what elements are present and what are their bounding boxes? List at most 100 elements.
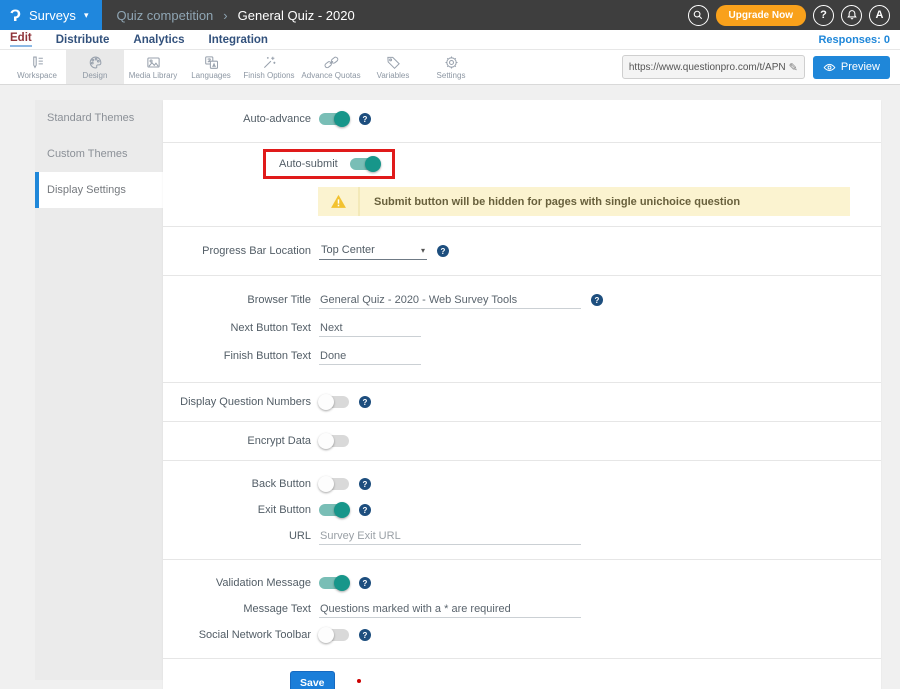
- tool-label: Languages: [191, 71, 231, 80]
- toggle-knob: [318, 394, 334, 410]
- save-section: Save: [163, 659, 881, 689]
- encrypt-data-row: Encrypt Data: [163, 435, 881, 447]
- auto-advance-toggle[interactable]: [319, 113, 349, 125]
- sidebar-item-display-settings[interactable]: Display Settings: [35, 172, 163, 208]
- social-network-toolbar-toggle[interactable]: [319, 629, 349, 641]
- sidebar-item-standard-themes[interactable]: Standard Themes: [35, 100, 163, 136]
- edit-url-pencil-icon[interactable]: ✎: [789, 61, 798, 74]
- tool-finish-options[interactable]: Finish Options: [240, 50, 298, 84]
- encrypt-data-toggle[interactable]: [319, 435, 349, 447]
- tab-analytics[interactable]: Analytics: [133, 34, 184, 46]
- tool-design[interactable]: Design: [66, 50, 124, 84]
- exit-button-toggle[interactable]: [319, 504, 349, 516]
- auto-submit-label: Auto-submit: [279, 158, 338, 170]
- breadcrumb-current: General Quiz - 2020: [238, 8, 355, 23]
- responses-count[interactable]: Responses: 0: [818, 34, 890, 46]
- help-icon[interactable]: ?: [359, 478, 371, 490]
- tool-settings[interactable]: Settings: [422, 50, 480, 84]
- avatar[interactable]: A: [869, 5, 890, 26]
- message-text-label: Message Text: [163, 603, 311, 615]
- chevron-down-icon: ▾: [84, 10, 89, 21]
- browser-title-input[interactable]: [319, 292, 581, 309]
- breadcrumb-parent[interactable]: Quiz competition: [116, 8, 213, 23]
- display-question-numbers-row: Display Question Numbers ?: [163, 396, 881, 408]
- auto-advance-label: Auto-advance: [163, 113, 311, 125]
- workspace-icon: [30, 55, 45, 70]
- help-icon[interactable]: ?: [437, 245, 449, 257]
- sidebar-item-label: Custom Themes: [47, 148, 128, 160]
- tag-icon: [386, 55, 401, 70]
- survey-url-input[interactable]: [629, 62, 785, 73]
- survey-url-box: ✎: [622, 55, 805, 79]
- themes-sidebar: Standard Themes Custom Themes Display Se…: [35, 100, 163, 680]
- top-bar: Ɂ Surveys ▾ Quiz competition › General Q…: [0, 0, 900, 30]
- tool-advance-quotas[interactable]: Advance Quotas: [298, 50, 364, 84]
- preview-button[interactable]: Preview: [813, 56, 890, 79]
- validation-message-label: Validation Message: [163, 577, 311, 589]
- annotation-dot: [357, 679, 361, 683]
- help-icon[interactable]: ?: [359, 504, 371, 516]
- edit-toolbar: Workspace Design Media Library Languages…: [0, 50, 900, 85]
- save-button[interactable]: Save: [290, 671, 335, 689]
- upgrade-now-button[interactable]: Upgrade Now: [716, 5, 806, 26]
- notifications-button[interactable]: [841, 5, 862, 26]
- sidebar-item-custom-themes[interactable]: Custom Themes: [35, 136, 163, 172]
- message-text-row: Message Text: [163, 596, 881, 622]
- display-question-numbers-toggle[interactable]: [319, 396, 349, 408]
- image-icon: [146, 55, 161, 70]
- warning-triangle-icon: [318, 187, 360, 216]
- brand-menu[interactable]: Ɂ Surveys ▾: [0, 0, 102, 30]
- search-button[interactable]: [688, 5, 709, 26]
- toggle-knob: [334, 111, 350, 127]
- display-question-numbers-label: Display Question Numbers: [163, 396, 311, 408]
- tab-integration[interactable]: Integration: [209, 34, 268, 46]
- annotation-highlight-box: Auto-submit: [263, 149, 395, 179]
- tool-languages[interactable]: Languages: [182, 50, 240, 84]
- help-icon[interactable]: ?: [359, 577, 371, 589]
- progress-bar-label: Progress Bar Location: [163, 245, 311, 257]
- warning-text: Submit button will be hidden for pages w…: [360, 187, 740, 216]
- validation-message-row: Validation Message ?: [163, 570, 881, 596]
- next-button-text-row: Next Button Text: [163, 314, 881, 342]
- finish-button-text-input[interactable]: [319, 348, 421, 365]
- tool-workspace[interactable]: Workspace: [8, 50, 66, 84]
- validation-message-toggle[interactable]: [319, 577, 349, 589]
- tool-label: Settings: [437, 71, 466, 80]
- exit-button-label: Exit Button: [163, 504, 311, 516]
- auto-submit-toggle[interactable]: [350, 158, 380, 170]
- progress-bar-select[interactable]: Top Center ▾: [319, 242, 427, 260]
- help-icon[interactable]: ?: [591, 294, 603, 306]
- tool-variables[interactable]: Variables: [364, 50, 422, 84]
- help-button[interactable]: ?: [813, 5, 834, 26]
- tab-edit[interactable]: Edit: [10, 32, 32, 47]
- social-network-toolbar-label: Social Network Toolbar: [163, 629, 311, 641]
- preview-label: Preview: [841, 61, 880, 73]
- search-icon: [692, 9, 704, 21]
- help-icon[interactable]: ?: [359, 396, 371, 408]
- gear-icon: [444, 55, 459, 70]
- back-button-row: Back Button ?: [163, 471, 881, 497]
- toggle-knob: [318, 433, 334, 449]
- product-name: Surveys: [29, 8, 76, 23]
- chain-link-icon: [324, 55, 339, 70]
- message-text-input[interactable]: [319, 601, 581, 618]
- main-nav: Edit Distribute Analytics Integration Re…: [0, 30, 900, 50]
- display-settings-panel: Auto-advance ? Auto-submit Submit button…: [163, 100, 881, 689]
- tab-distribute[interactable]: Distribute: [56, 34, 110, 46]
- back-button-toggle[interactable]: [319, 478, 349, 490]
- next-button-text-input[interactable]: [319, 320, 421, 337]
- back-button-label: Back Button: [163, 478, 311, 490]
- dropdown-arrow-icon: ▾: [421, 246, 425, 255]
- help-icon[interactable]: ?: [359, 113, 371, 125]
- social-network-toolbar-row: Social Network Toolbar ?: [163, 622, 881, 648]
- warning-banner: Submit button will be hidden for pages w…: [318, 187, 850, 216]
- toggle-knob: [318, 627, 334, 643]
- exit-url-input[interactable]: [319, 528, 581, 545]
- eye-icon: [823, 61, 836, 74]
- toggle-knob: [365, 156, 381, 172]
- exit-url-label: URL: [163, 530, 311, 542]
- help-icon[interactable]: ?: [359, 629, 371, 641]
- tool-media-library[interactable]: Media Library: [124, 50, 182, 84]
- questionpro-logo-icon: Ɂ: [10, 7, 21, 24]
- exit-url-row: URL: [163, 523, 881, 549]
